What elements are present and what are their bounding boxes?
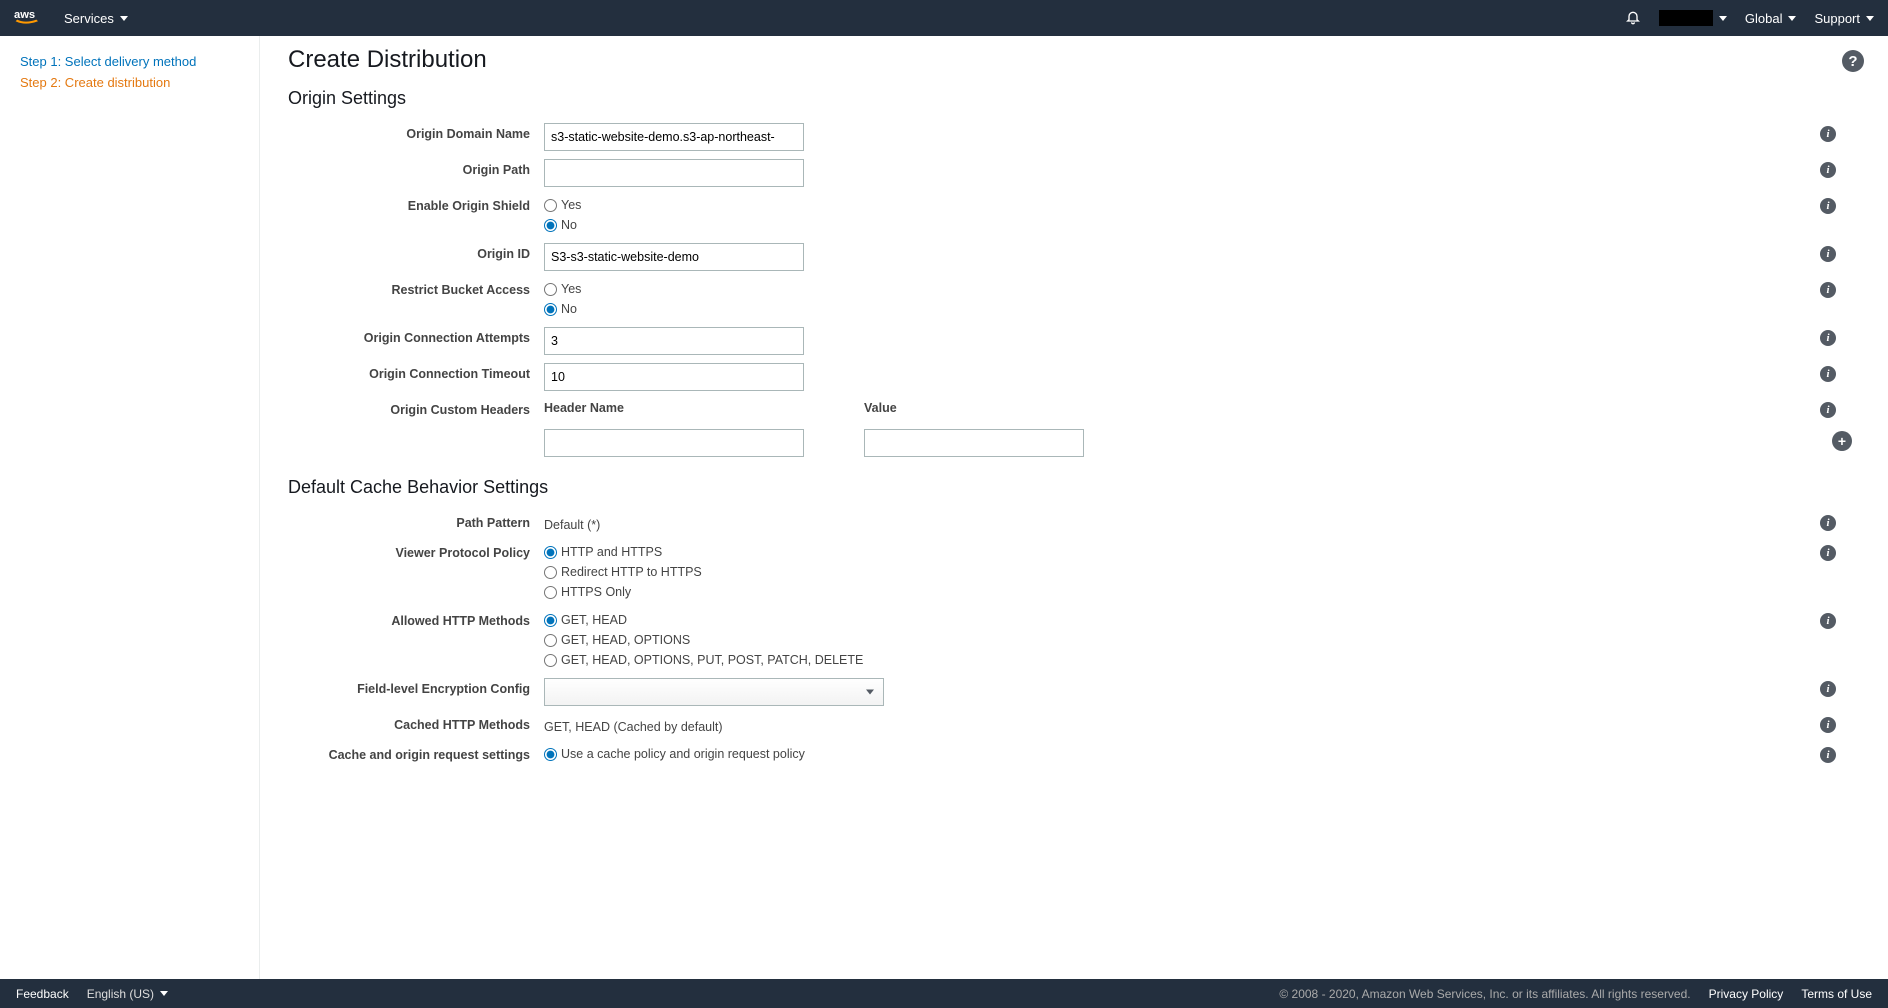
add-header-button[interactable]: +: [1832, 431, 1852, 451]
path-pattern-value: Default (*): [544, 512, 600, 532]
viewer-http-https-label: HTTP and HTTPS: [561, 545, 662, 559]
cache-policy-label: Use a cache policy and origin request po…: [561, 747, 805, 761]
info-icon[interactable]: i: [1820, 366, 1836, 382]
info-icon[interactable]: i: [1820, 402, 1836, 418]
caret-down-icon: [120, 16, 128, 21]
page-title: Create Distribution: [288, 46, 1860, 74]
region-menu[interactable]: Global: [1745, 11, 1797, 26]
allowed-get-head-radio[interactable]: [544, 614, 557, 627]
info-icon[interactable]: i: [1820, 282, 1836, 298]
info-icon[interactable]: i: [1820, 162, 1836, 178]
allowed-get-head-options-radio[interactable]: [544, 634, 557, 647]
feedback-link[interactable]: Feedback: [16, 987, 69, 1001]
origin-shield-label: Enable Origin Shield: [288, 193, 544, 237]
restrict-no-label: No: [561, 302, 577, 316]
origin-path-label: Origin Path: [288, 157, 544, 189]
footer: Feedback English (US) © 2008 - 2020, Ama…: [0, 979, 1888, 1008]
support-label: Support: [1814, 11, 1860, 26]
notifications-icon[interactable]: [1625, 9, 1641, 28]
step1-link[interactable]: Step 1: Select delivery method: [20, 54, 239, 69]
allowed-all-radio[interactable]: [544, 654, 557, 667]
account-name-redacted: [1659, 10, 1713, 26]
info-icon[interactable]: i: [1820, 515, 1836, 531]
field-enc-select[interactable]: [544, 678, 884, 706]
info-icon[interactable]: i: [1820, 717, 1836, 733]
origin-path-input[interactable]: [544, 159, 804, 187]
restrict-bucket-label: Restrict Bucket Access: [288, 277, 544, 321]
connection-attempts-input[interactable]: [544, 327, 804, 355]
caret-down-icon: [1788, 16, 1796, 21]
info-icon[interactable]: i: [1820, 246, 1836, 262]
info-icon[interactable]: i: [1820, 198, 1836, 214]
services-label: Services: [64, 11, 114, 26]
origin-shield-yes-radio[interactable]: [544, 199, 557, 212]
origin-shield-yes-label: Yes: [561, 198, 581, 212]
viewer-redirect-label: Redirect HTTP to HTTPS: [561, 565, 702, 579]
field-enc-label: Field-level Encryption Config: [288, 676, 544, 708]
origin-domain-name-input[interactable]: [544, 123, 804, 151]
info-icon[interactable]: i: [1820, 126, 1836, 142]
region-label: Global: [1745, 11, 1783, 26]
language-label: English (US): [87, 987, 154, 1001]
support-menu[interactable]: Support: [1814, 11, 1874, 26]
info-icon[interactable]: i: [1820, 747, 1836, 763]
viewer-protocol-label: Viewer Protocol Policy: [288, 540, 544, 604]
custom-header-value-input[interactable]: [864, 429, 1084, 457]
connection-timeout-input[interactable]: [544, 363, 804, 391]
origin-id-label: Origin ID: [288, 241, 544, 273]
copyright-text: © 2008 - 2020, Amazon Web Services, Inc.…: [1279, 987, 1690, 1001]
header-name-subheader: Header Name: [544, 397, 864, 423]
connection-attempts-label: Origin Connection Attempts: [288, 325, 544, 357]
origin-section-title: Origin Settings: [288, 88, 1860, 109]
cache-settings-label: Cache and origin request settings: [288, 742, 544, 768]
viewer-http-https-radio[interactable]: [544, 546, 557, 559]
cache-section-title: Default Cache Behavior Settings: [288, 477, 1860, 498]
cached-methods-label: Cached HTTP Methods: [288, 712, 544, 738]
header-value-subheader: Value: [864, 397, 1780, 423]
wizard-sidebar: Step 1: Select delivery method Step 2: C…: [0, 36, 260, 979]
help-icon[interactable]: ?: [1842, 50, 1864, 72]
topbar: aws Services Global Support: [0, 0, 1888, 36]
step2-link[interactable]: Step 2: Create distribution: [20, 75, 239, 90]
info-icon[interactable]: i: [1820, 681, 1836, 697]
connection-timeout-label: Origin Connection Timeout: [288, 361, 544, 393]
viewer-https-only-label: HTTPS Only: [561, 585, 631, 599]
account-menu[interactable]: [1659, 10, 1727, 26]
allowed-get-head-label: GET, HEAD: [561, 613, 627, 627]
origin-shield-no-radio[interactable]: [544, 219, 557, 232]
cached-methods-value: GET, HEAD (Cached by default): [544, 714, 723, 734]
custom-header-name-input[interactable]: [544, 429, 804, 457]
info-icon[interactable]: i: [1820, 545, 1836, 561]
info-icon[interactable]: i: [1820, 613, 1836, 629]
allowed-methods-label: Allowed HTTP Methods: [288, 608, 544, 672]
terms-link[interactable]: Terms of Use: [1801, 987, 1872, 1001]
caret-down-icon: [160, 991, 168, 996]
main-content: ? Create Distribution Origin Settings Or…: [260, 36, 1888, 979]
origin-shield-no-label: No: [561, 218, 577, 232]
origin-domain-name-label: Origin Domain Name: [288, 121, 544, 153]
info-icon[interactable]: i: [1820, 330, 1836, 346]
privacy-link[interactable]: Privacy Policy: [1709, 987, 1784, 1001]
services-menu[interactable]: Services: [64, 11, 128, 26]
restrict-no-radio[interactable]: [544, 303, 557, 316]
caret-down-icon: [1719, 16, 1727, 21]
aws-logo[interactable]: aws: [14, 8, 46, 28]
language-menu[interactable]: English (US): [87, 987, 168, 1001]
origin-id-input[interactable]: [544, 243, 804, 271]
caret-down-icon: [1866, 16, 1874, 21]
allowed-get-head-options-label: GET, HEAD, OPTIONS: [561, 633, 690, 647]
viewer-https-only-radio[interactable]: [544, 586, 557, 599]
allowed-all-label: GET, HEAD, OPTIONS, PUT, POST, PATCH, DE…: [561, 653, 863, 667]
svg-text:aws: aws: [14, 9, 35, 21]
cache-policy-radio[interactable]: [544, 748, 557, 761]
custom-headers-label: Origin Custom Headers: [288, 397, 544, 423]
restrict-yes-label: Yes: [561, 282, 581, 296]
path-pattern-label: Path Pattern: [288, 510, 544, 536]
restrict-yes-radio[interactable]: [544, 283, 557, 296]
viewer-redirect-radio[interactable]: [544, 566, 557, 579]
